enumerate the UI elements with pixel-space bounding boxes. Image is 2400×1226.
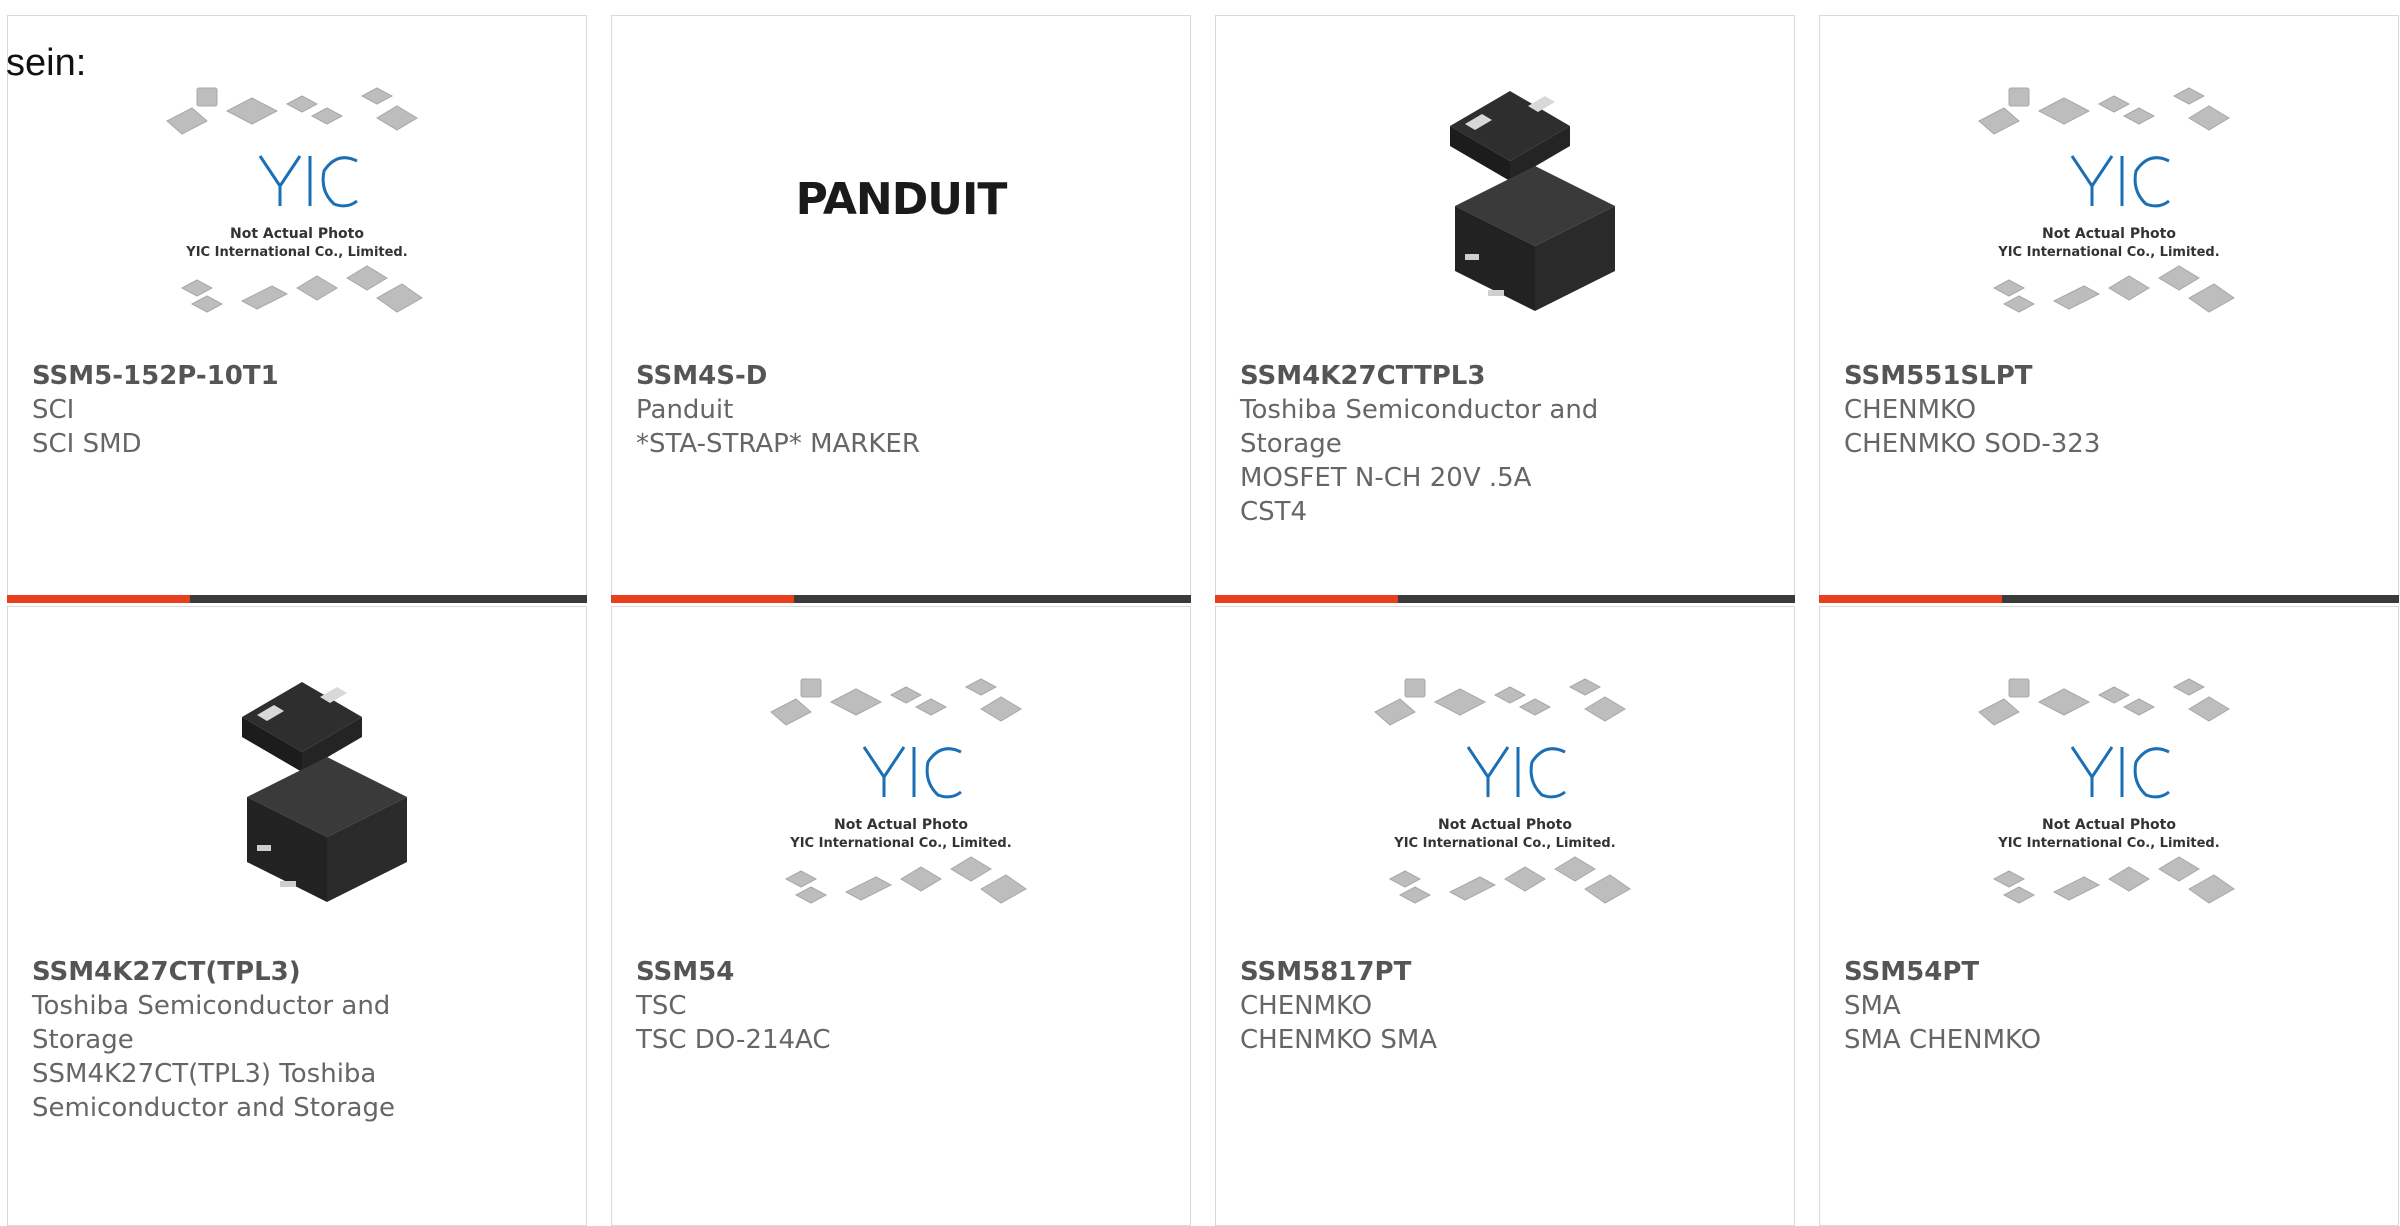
description: SSM4K27CT(TPL3) Toshiba Semiconductor an… [32, 1059, 395, 1123]
logo-text: PANDUIT [796, 174, 1008, 225]
part-number[interactable]: SSM54 [636, 955, 1170, 989]
product-image-placeholder: Not Actual Photo YIC International Co., … [770, 678, 1027, 904]
product-card[interactable]: PANDUIT SSM4S-D Panduit *STA-STRAP* MARK… [611, 15, 1191, 603]
product-card[interactable]: Not Actual Photo YIC International Co., … [1215, 606, 1795, 1226]
description: MOSFET N-CH 20V .5A CST4 [1240, 463, 1532, 527]
panduit-logo: PANDUIT [796, 174, 1009, 225]
image-caption: YIC International Co., Limited. [1997, 245, 2219, 260]
product-card[interactable]: Not Actual Photo YIC International Co., … [611, 606, 1191, 1226]
image-caption: Not Actual Photo [2042, 817, 2176, 833]
product-image-placeholder: Not Actual Photo YIC International Co., … [1978, 87, 2235, 313]
image-caption: YIC International Co., Limited. [185, 245, 407, 260]
manufacturer: Panduit [636, 395, 734, 425]
image-caption: YIC International Co., Limited. [1393, 836, 1615, 851]
product-info: SSM5817PT CHENMKO CHENMKO SMA [1240, 955, 1774, 1057]
product-info: SSM4S-D Panduit *STA-STRAP* MARKER [636, 359, 1170, 461]
description: *STA-STRAP* MARKER [636, 429, 920, 459]
accent-bar [7, 595, 587, 603]
product-card[interactable]: SSM4K27CTTPL3 Toshiba Semiconductor and … [1215, 15, 1795, 603]
product-card[interactable]: SSM4K27CT(TPL3) Toshiba Semiconductor an… [7, 606, 587, 1226]
chip-photo [1450, 91, 1615, 311]
product-info: SSM551SLPT CHENMKO CHENMKO SOD-323 [1844, 359, 2378, 461]
manufacturer: SCI [32, 395, 75, 425]
manufacturer: Toshiba Semiconductor and Storage [1240, 395, 1599, 459]
part-number[interactable]: SSM5817PT [1240, 955, 1774, 989]
part-number[interactable]: SSM54PT [1844, 955, 2378, 989]
description: CHENMKO SOD-323 [1844, 429, 2101, 459]
product-card[interactable]: Not Actual Photo YIC International Co., … [7, 15, 587, 603]
image-caption: Not Actual Photo [834, 817, 968, 833]
accent-bar [1215, 595, 1795, 603]
image-caption: YIC International Co., Limited. [1997, 836, 2219, 851]
product-image-placeholder: Not Actual Photo YIC International Co., … [1374, 678, 1631, 904]
image-caption: YIC International Co., Limited. [789, 836, 1011, 851]
part-number[interactable]: SSM4K27CTTPL3 [1240, 359, 1604, 393]
chip-photo [242, 682, 407, 902]
description: SCI SMD [32, 429, 142, 459]
description: CHENMKO SMA [1240, 1025, 1438, 1055]
product-info: SSM4K27CT(TPL3) Toshiba Semiconductor an… [32, 955, 396, 1125]
part-number[interactable]: SSM5-152P-10T1 [32, 359, 566, 393]
part-number[interactable]: SSM4K27CT(TPL3) [32, 955, 396, 989]
part-number[interactable]: SSM4S-D [636, 359, 1170, 393]
manufacturer: CHENMKO [1844, 395, 1977, 425]
manufacturer: CHENMKO [1240, 991, 1373, 1021]
accent-bar [1819, 595, 2399, 603]
description: TSC DO-214AC [636, 1025, 831, 1055]
manufacturer: SMA [1844, 991, 1901, 1021]
product-info: SSM54PT SMA SMA CHENMKO [1844, 955, 2378, 1057]
manufacturer: Toshiba Semiconductor and Storage [32, 991, 391, 1055]
description: SMA CHENMKO [1844, 1025, 2042, 1055]
product-info: SSM5-152P-10T1 SCI SCI SMD [32, 359, 566, 461]
image-caption: Not Actual Photo [230, 226, 364, 242]
accent-bar [611, 595, 1191, 603]
product-card[interactable]: Not Actual Photo YIC International Co., … [1819, 15, 2399, 603]
product-image-placeholder: Not Actual Photo YIC International Co., … [1978, 678, 2235, 904]
product-image-placeholder: Not Actual Photo YIC International Co., … [166, 87, 423, 313]
image-caption: Not Actual Photo [1438, 817, 1572, 833]
manufacturer: TSC [636, 991, 687, 1021]
image-caption: Not Actual Photo [2042, 226, 2176, 242]
product-info: SSM54 TSC TSC DO-214AC [636, 955, 1170, 1057]
part-number[interactable]: SSM551SLPT [1844, 359, 2378, 393]
lead-text: sein: [6, 42, 87, 84]
product-card[interactable]: Not Actual Photo YIC International Co., … [1819, 606, 2399, 1226]
product-info: SSM4K27CTTPL3 Toshiba Semiconductor and … [1240, 359, 1604, 529]
